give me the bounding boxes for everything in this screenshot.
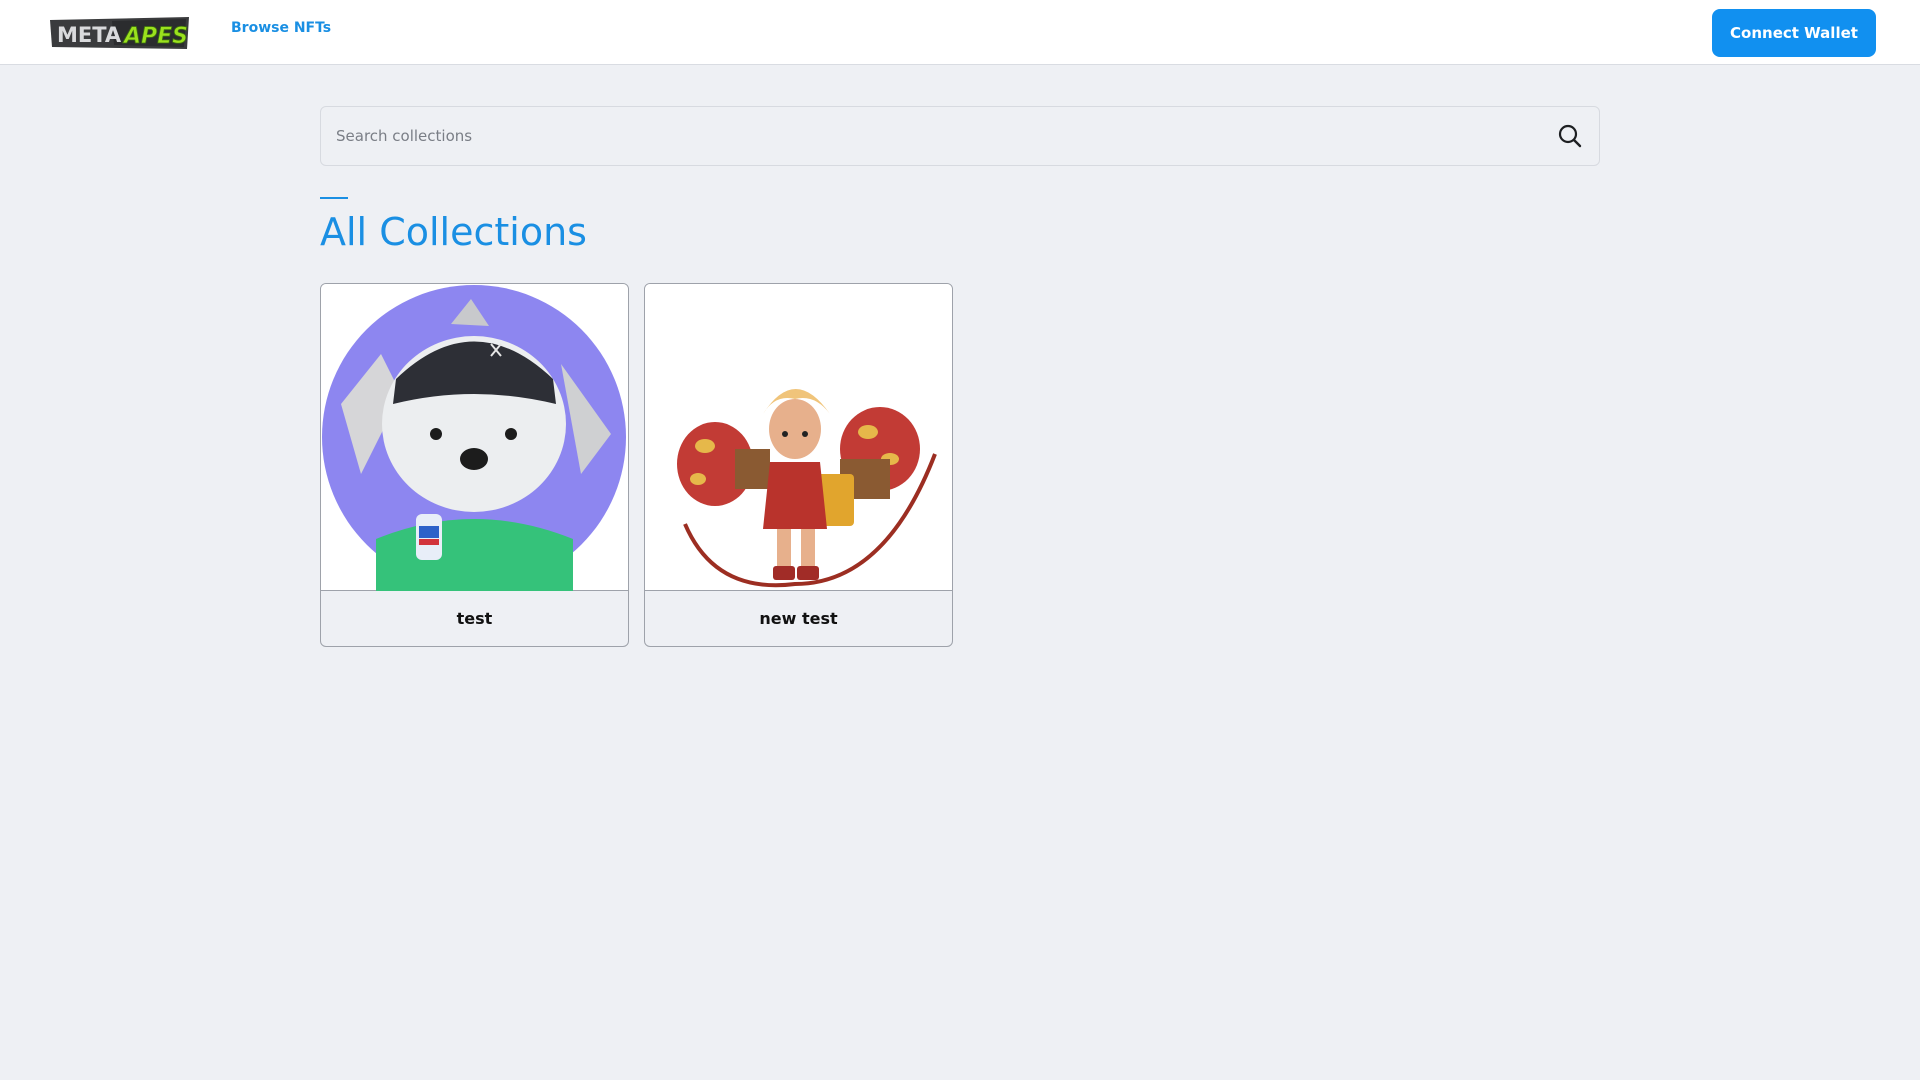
warrior-girl-icon	[677, 389, 937, 588]
collection-label: test	[456, 609, 493, 628]
page-title: All Collections	[320, 210, 587, 254]
collection-image	[321, 284, 628, 591]
meta-apes-logo[interactable]: META APES	[48, 16, 191, 50]
collection-image	[645, 284, 952, 591]
collection-card-new-test[interactable]: new test	[644, 283, 953, 647]
browse-nfts-link[interactable]: Browse NFTs	[231, 20, 331, 36]
polar-bear-avatar-icon	[322, 285, 626, 591]
search-bar	[320, 106, 1600, 166]
logo-text-meta: META	[57, 23, 122, 47]
top-navbar: META APES Browse NFTs Connect Wallet	[0, 0, 1920, 65]
search-icon[interactable]	[1557, 123, 1583, 149]
title-accent-rule	[320, 197, 348, 199]
logo-text-apes: APES	[122, 24, 188, 49]
connect-wallet-button[interactable]: Connect Wallet	[1712, 9, 1876, 57]
search-input[interactable]	[336, 107, 1516, 165]
collection-label: new test	[759, 609, 838, 628]
collection-card-test[interactable]: test	[320, 283, 629, 647]
